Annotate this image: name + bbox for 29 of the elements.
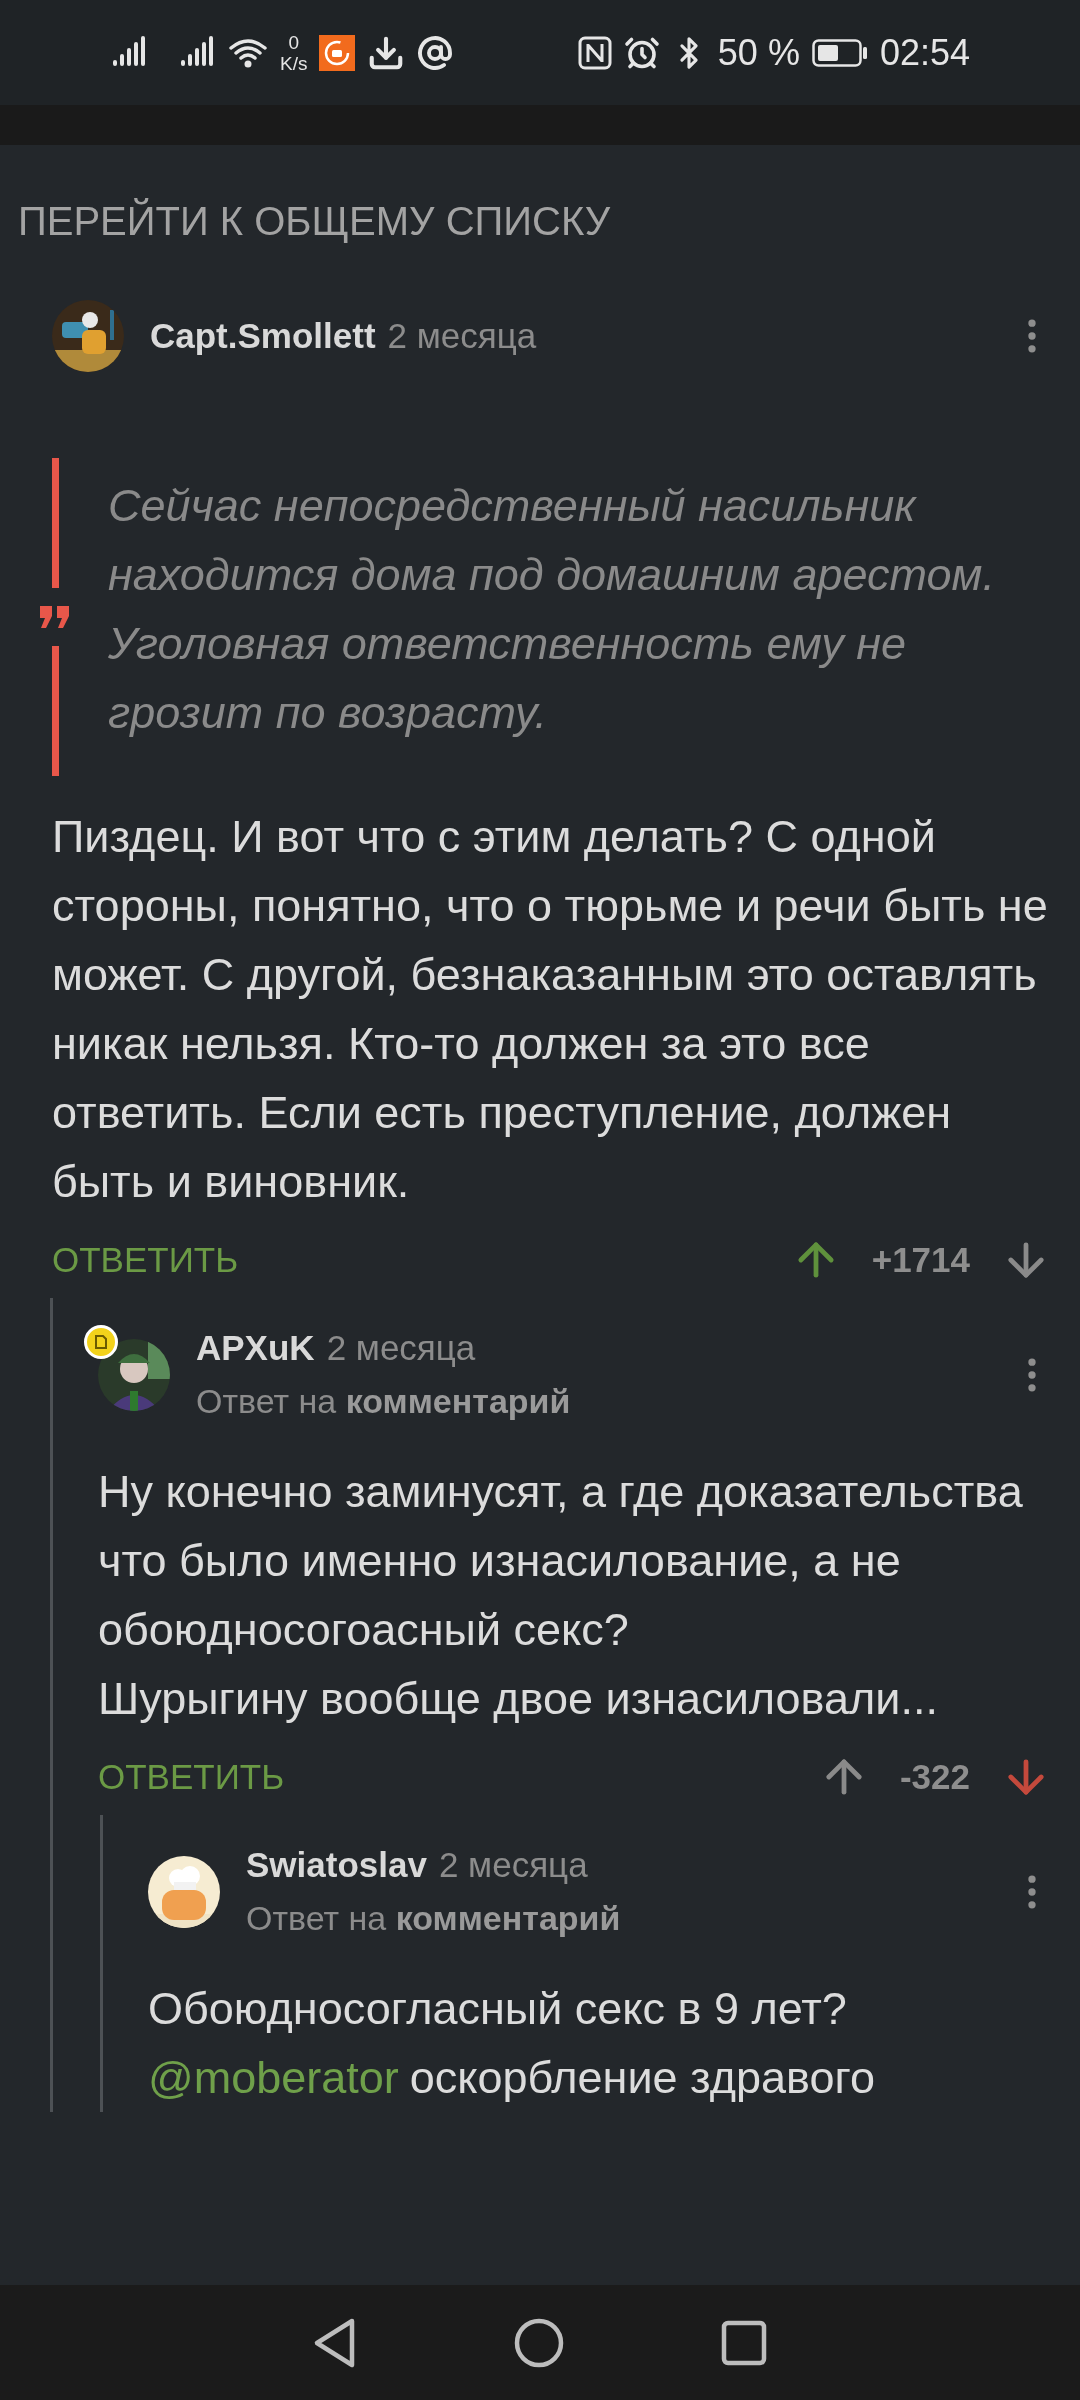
comment-text: Ну конечно заминусят, а где доказательства что было именно изнасилование, а не обоюдносогоасный секс? (98, 1465, 1024, 1657)
author-name[interactable]: APXuK (196, 1328, 315, 1368)
home-nav-button[interactable] (513, 2316, 565, 2369)
rating-count: +1714 (871, 1240, 970, 1280)
mention-link[interactable]: @moberator (148, 2052, 399, 2103)
nfc-icon (577, 35, 612, 70)
reply-button[interactable]: ОТВЕТИТЬ (52, 1240, 790, 1280)
clock-time: 02:54 (879, 31, 970, 74)
recents-nav-button[interactable] (720, 2318, 768, 2367)
comment-text: Пиздец. И вот что с этим делать? С одной стороны, понятно, что о тюрьме и речи быть не может. С другой, безнаказанным это оставлять никак нельзя. Кто-то должен за это все ответить. Если есть преступление, должен быть и виновник. (52, 810, 1049, 1209)
reply-to-text: Ответ на комментарий (196, 1382, 572, 1421)
comment-text: Обоюдносогласный секс в 9 лет? (148, 1982, 848, 2036)
app-icon (319, 34, 356, 71)
battery-percent: 50 % (717, 31, 800, 74)
back-to-list-link[interactable]: ПЕРЕЙТИ К ОБЩЕМУ СПИСКУ (0, 198, 1080, 244)
comment-time: 2 месяца (387, 316, 537, 356)
author-name[interactable]: Capt.Smollett (150, 316, 376, 356)
comment-text: Шурыгину вообще двое изнасиловали... (98, 1672, 939, 1726)
at-icon (417, 34, 454, 71)
comment-time: 2 месяца (326, 1328, 476, 1368)
rating-count: -322 (899, 1757, 970, 1797)
comment-text: оскорбление здравого (409, 2052, 875, 2103)
network-speed: 0 K/s (280, 31, 308, 74)
quote-text: Сейчас непосредственный насильник находится дома под домашним арестом. Уголовная ответственность ему не грозит по возрасту. (107, 479, 996, 740)
comment-time: 2 месяца (438, 1845, 588, 1885)
author-name[interactable]: Swiatoslav (246, 1845, 427, 1885)
battery-icon (811, 38, 868, 67)
reply-button[interactable]: ОТВЕТИТЬ (98, 1757, 818, 1797)
reply-to-text: Ответ на комментарий (246, 1899, 622, 1938)
